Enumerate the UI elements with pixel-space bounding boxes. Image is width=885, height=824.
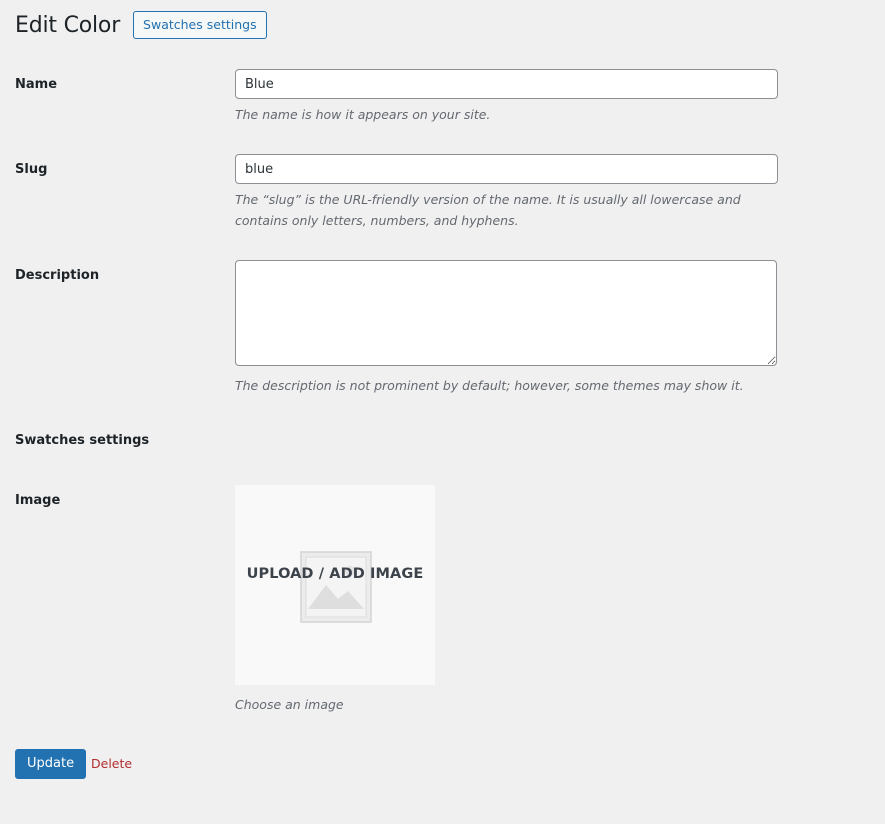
page-title: Edit Color bbox=[15, 12, 121, 38]
swatches-settings-heading: Swatches settings bbox=[15, 433, 150, 448]
image-placeholder-icon bbox=[300, 551, 372, 627]
edit-term-page: Edit Color Swatches settings Name The na… bbox=[0, 0, 885, 824]
slug-input[interactable] bbox=[235, 154, 778, 184]
description-label: Description bbox=[15, 268, 100, 283]
description-help-text: The description is not prominent by defa… bbox=[235, 378, 744, 393]
image-label: Image bbox=[15, 493, 61, 508]
upload-add-image-label: UPLOAD / ADD IMAGE bbox=[246, 566, 424, 582]
name-label: Name bbox=[15, 77, 58, 92]
name-help-text: The name is how it appears on your site. bbox=[235, 107, 491, 122]
swatches-settings-button[interactable]: Swatches settings bbox=[133, 11, 267, 39]
image-upload-area[interactable]: UPLOAD / ADD IMAGE bbox=[235, 485, 435, 685]
image-help-text: Choose an image bbox=[235, 697, 344, 712]
name-input[interactable] bbox=[235, 69, 778, 99]
description-textarea[interactable] bbox=[235, 260, 777, 366]
slug-help-text: The “slug” is the URL-friendly version o… bbox=[235, 192, 741, 228]
page-header: Edit Color Swatches settings bbox=[15, 11, 267, 39]
slug-label: Slug bbox=[15, 162, 48, 177]
delete-link[interactable]: Delete bbox=[91, 756, 132, 771]
update-button[interactable]: Update bbox=[15, 749, 87, 779]
